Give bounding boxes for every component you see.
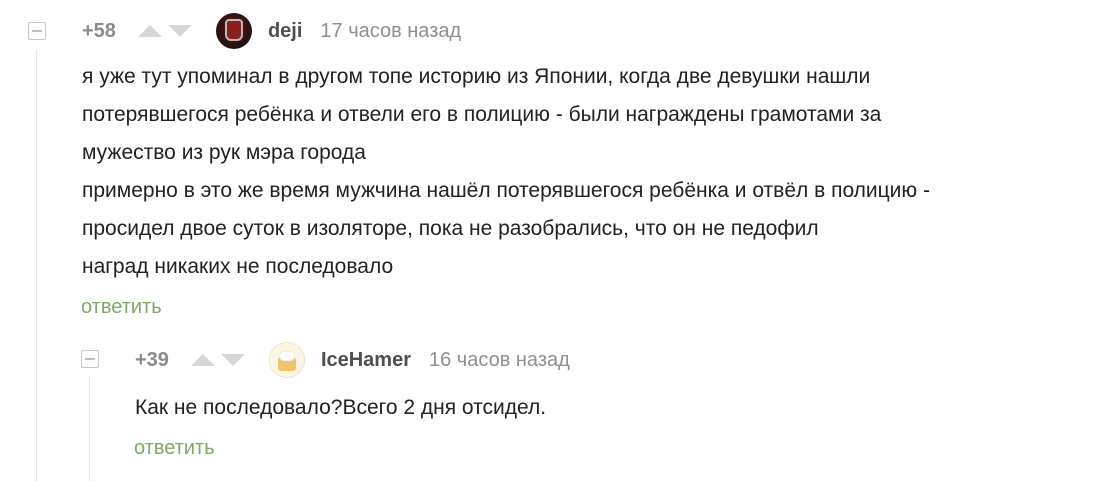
reply-button[interactable]: ответить	[134, 437, 215, 460]
thread-line[interactable]	[89, 378, 90, 481]
comment-text-line: Как не последовало?Всего 2 дня отсидел.	[135, 396, 547, 419]
comment-author[interactable]: IceHamer	[321, 349, 411, 372]
comment-reply: +39 IceHamer 16 часов назад Как не после…	[0, 0, 1120, 481]
comment-body: Как не последовало?Всего 2 дня отсидел.	[135, 389, 546, 427]
collapse-thread-button[interactable]	[81, 350, 99, 368]
comment-time[interactable]: 16 часов назад	[429, 349, 570, 372]
user-avatar[interactable]	[268, 342, 305, 378]
vote-up-icon[interactable]	[190, 354, 215, 366]
vote-down-icon[interactable]	[220, 354, 245, 366]
comment-rating: +39	[135, 348, 169, 371]
comment-header: +39 IceHamer 16 часов назад	[135, 342, 570, 378]
